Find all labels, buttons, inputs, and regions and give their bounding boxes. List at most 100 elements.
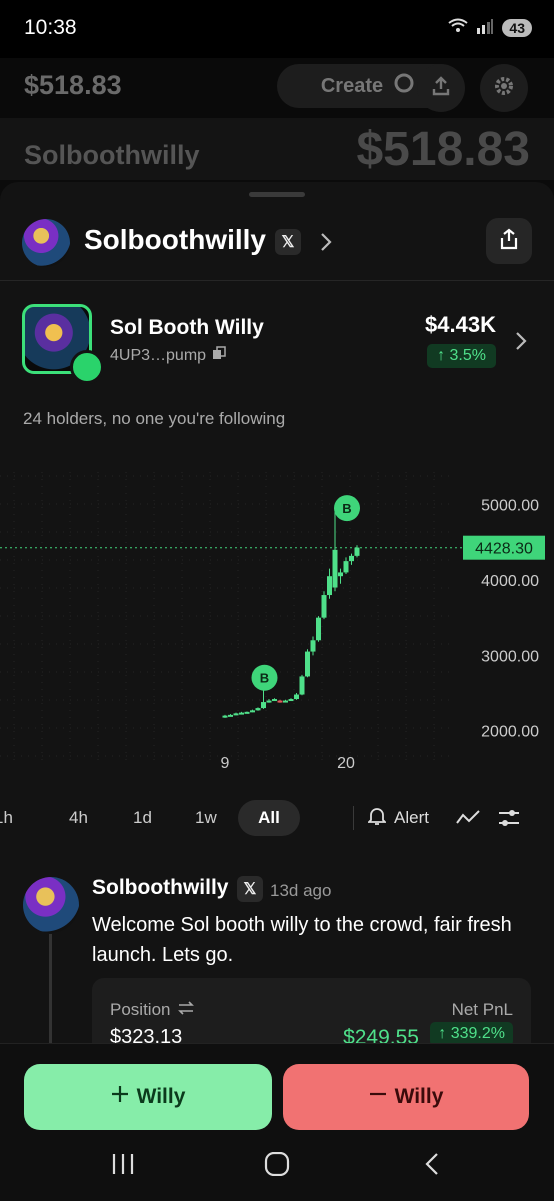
position-card[interactable]: Position $323.13 Net PnL $249.55 ↑ 339.2… <box>92 978 531 1052</box>
recent-apps-icon[interactable] <box>110 1152 136 1181</box>
copy-icon[interactable] <box>212 346 226 365</box>
post-time: 13d ago <box>270 881 332 900</box>
candle-body <box>332 549 338 588</box>
buy-button[interactable]: Willy <box>24 1064 272 1130</box>
candle-body <box>266 700 272 703</box>
candle-body <box>288 699 294 702</box>
status-bar: 10:38 43 <box>0 0 554 58</box>
candle-body <box>272 699 277 702</box>
pnl-label: Net PnL <box>451 1000 513 1019</box>
buy-marker-label: B <box>260 671 269 686</box>
profile-avatar[interactable] <box>22 219 70 267</box>
candle-body <box>316 617 321 641</box>
share-icon <box>498 228 520 255</box>
candle-body <box>294 694 299 700</box>
x-tick-label: 20 <box>337 755 355 772</box>
thread-line <box>49 934 52 1052</box>
home-icon[interactable] <box>264 1151 290 1181</box>
token-name[interactable]: Sol Booth Willy <box>110 316 264 340</box>
candle-body <box>327 576 332 596</box>
share-button[interactable] <box>486 218 532 264</box>
tab-1h[interactable]: 1h <box>0 800 13 836</box>
alert-label: Alert <box>394 808 429 827</box>
y-tick-label: 3000.00 <box>481 648 539 665</box>
timeframe-divider <box>353 806 354 830</box>
sheet-handle[interactable] <box>249 192 305 197</box>
line-chart-icon[interactable] <box>456 808 480 833</box>
settings-button[interactable] <box>480 64 528 112</box>
y-tick-label: 5000.00 <box>481 498 539 515</box>
background-profile-name: Solboothwilly <box>24 140 200 170</box>
wifi-icon <box>448 18 469 37</box>
battery-badge: 43 <box>502 18 532 37</box>
post-avatar[interactable] <box>23 877 79 933</box>
divider <box>0 280 554 281</box>
background-header: $518.83 Create <box>0 58 554 118</box>
candle-body <box>250 710 255 713</box>
y-tick-label: 4000.00 <box>481 573 539 590</box>
token-address: 4UP3…pump <box>110 346 207 364</box>
candle-body <box>338 572 343 577</box>
holders-text: 24 holders, no one you're following <box>23 409 286 428</box>
timeframe-bar: 1h 4h 1d 1w All Alert <box>0 800 554 840</box>
loading-ring-icon <box>393 72 415 100</box>
upload-button[interactable] <box>417 64 465 112</box>
buy-label: Willy <box>136 1085 186 1108</box>
candle-body <box>321 595 327 618</box>
profile-name[interactable]: Solboothwilly <box>84 224 266 256</box>
candle-body <box>222 715 228 718</box>
current-price-label: 4428.30 <box>475 541 533 558</box>
action-bar: Willy Willy <box>0 1043 554 1201</box>
post-author[interactable]: Solboothwilly <box>92 876 229 900</box>
tab-all[interactable]: All <box>238 800 300 836</box>
bell-icon <box>366 806 388 831</box>
token-market-cap: $4.43K <box>425 312 496 337</box>
token-change-badge: ↑ 3.5% <box>427 344 496 368</box>
plus-icon <box>111 1085 129 1109</box>
back-icon[interactable] <box>422 1152 442 1181</box>
tab-1d[interactable]: 1d <box>133 800 152 836</box>
post-text: Welcome Sol booth willy to the crowd, fa… <box>92 914 512 966</box>
candle-body <box>354 547 360 556</box>
candle-body <box>283 700 288 703</box>
upload-icon <box>430 75 452 102</box>
sliders-icon[interactable] <box>498 808 520 833</box>
token-chevron-right-icon[interactable] <box>514 330 528 357</box>
candle-body <box>299 676 305 695</box>
background-profile-row: Solboothwilly $518.83 <box>0 118 554 180</box>
create-label: Create <box>320 74 384 97</box>
candle-body <box>277 700 283 703</box>
candle-body <box>310 640 316 652</box>
minus-icon <box>369 1085 387 1109</box>
wallet-value: $518.83 <box>24 70 122 100</box>
chevron-right-icon[interactable] <box>318 230 334 259</box>
portfolio-value: $518.83 <box>356 123 530 176</box>
post-x-icon[interactable]: 𝕏 <box>237 876 263 902</box>
tab-1w[interactable]: 1w <box>195 800 217 836</box>
alert-button[interactable]: Alert <box>366 800 429 836</box>
y-tick-label: 2000.00 <box>481 724 539 741</box>
price-chart[interactable]: 5000.00 4000.00 3000.00 2000.00 4428.30 B B 9 20 <box>0 462 554 782</box>
position-label-row: Position <box>110 1000 195 1020</box>
candle-body <box>239 712 244 715</box>
token-address-row[interactable]: 4UP3…pump <box>110 346 226 365</box>
candle-body <box>233 713 239 716</box>
position-label: Position <box>110 1000 171 1019</box>
status-time: 10:38 <box>24 16 77 39</box>
signal-icon <box>476 18 494 37</box>
x-tick-label: 9 <box>221 755 230 772</box>
candle-body <box>255 708 261 711</box>
candle-body <box>349 555 354 562</box>
token-sheet: Solboothwilly 𝕏 Sol Booth Willy 4UP3…pum… <box>0 182 554 1052</box>
candle-body <box>305 651 310 677</box>
candle-body <box>228 714 233 717</box>
buy-marker-label: B <box>342 501 351 516</box>
sell-label: Willy <box>394 1085 444 1108</box>
gear-icon <box>493 75 515 102</box>
x-icon[interactable]: 𝕏 <box>275 229 301 255</box>
sell-button[interactable]: Willy <box>283 1064 529 1130</box>
status-icons: 43 <box>448 18 532 37</box>
candle-body <box>343 561 349 573</box>
tab-4h[interactable]: 4h <box>69 800 88 836</box>
swap-icon[interactable] <box>178 1000 195 1020</box>
